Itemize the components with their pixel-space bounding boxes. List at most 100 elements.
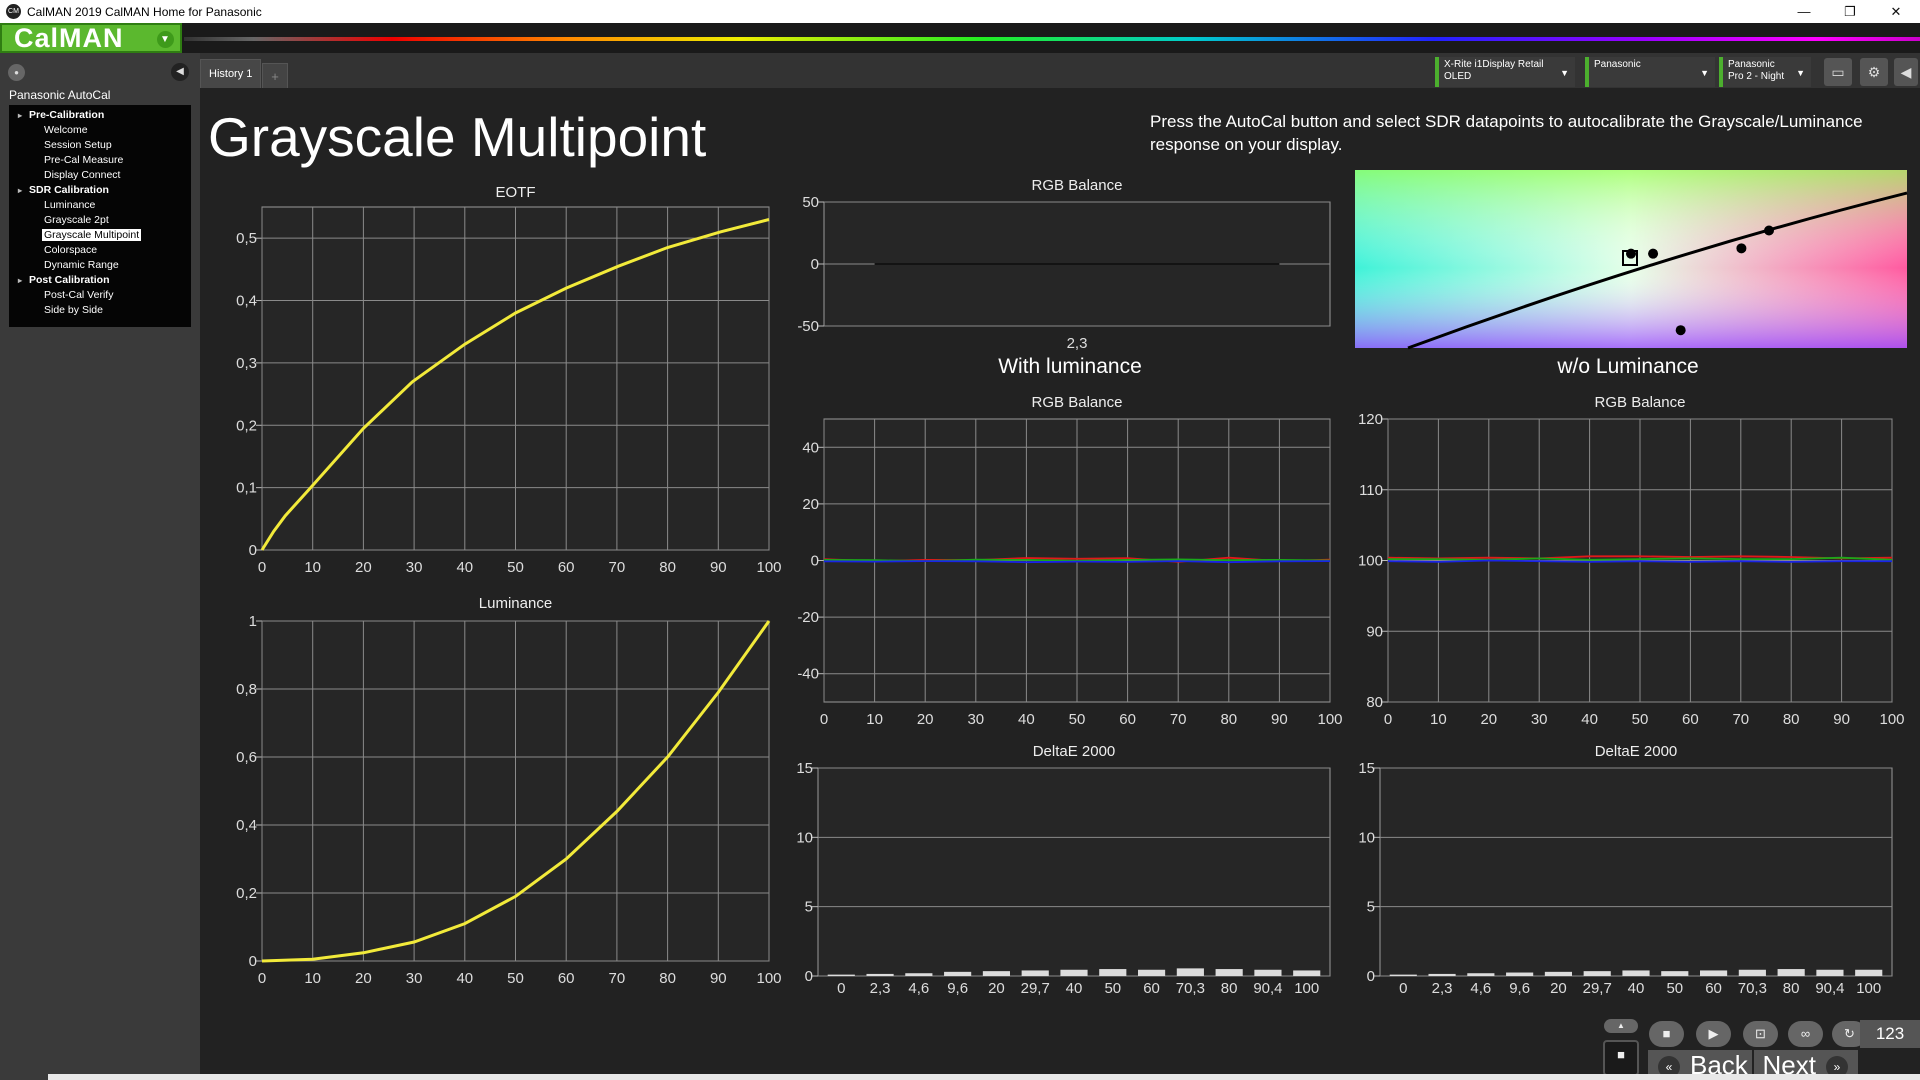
x-tick-label: 0 [820, 711, 828, 728]
deltae-bar [982, 971, 1010, 976]
x-tick-label: 0 [1399, 980, 1407, 997]
de-without-chart: DeltaE 2000 0 5 10 15 0 2,3 4,6 9,6 20 29,7 40 50 60 7… [1358, 743, 1893, 997]
horizontal-scrollbar[interactable] [48, 1074, 1920, 1080]
x-tick-label: 20 [1480, 711, 1497, 728]
deltae-bar [1138, 969, 1166, 976]
x-tick-label: 70 [1732, 711, 1749, 728]
stop-icon[interactable]: ■ [1649, 1021, 1684, 1047]
x-tick-label: 2,3 [870, 980, 891, 997]
x-tick-label: 60 [558, 970, 575, 987]
step-counter: 123 [1860, 1020, 1920, 1048]
x-tick-label: 0 [258, 970, 266, 987]
x-tick-label: 40 [1628, 980, 1645, 997]
chart-title: RGB Balance [1032, 177, 1123, 194]
chart-title: DeltaE 2000 [1033, 743, 1116, 760]
x-tick-label: 29,7 [1021, 980, 1050, 997]
x-tick-label: 40 [1066, 980, 1083, 997]
y-tick-label: 0 [249, 953, 257, 970]
deltae-bar [1777, 969, 1805, 976]
x-tick-label: 40 [456, 970, 473, 987]
x-tick-label: 10 [866, 711, 883, 728]
y-tick-label: 10 [1358, 829, 1375, 846]
y-tick-label: 5 [1367, 899, 1375, 916]
x-tick-label: 60 [1119, 711, 1136, 728]
deltae-bar [1254, 969, 1282, 976]
x-tick-label: 50 [507, 970, 524, 987]
deltae-bar [1816, 969, 1844, 976]
deltae-bar [1060, 969, 1088, 976]
deltae-bar [1099, 969, 1127, 976]
x-tick-label: 4,6 [908, 980, 929, 997]
rgb-top-chart: RGB Balance -50 0 50 2,3 [797, 177, 1331, 352]
x-tick-label: 80 [659, 559, 676, 576]
x-tick-label: 40 [1018, 711, 1035, 728]
y-tick-label: 120 [1358, 411, 1383, 428]
x-tick-label: 10 [304, 970, 321, 987]
x-tick-label: 80 [1220, 711, 1237, 728]
eject-icon[interactable]: ▲ [1604, 1019, 1638, 1033]
x-tick-label: 100 [756, 970, 781, 987]
rgb-without-chart: RGB Balance 80 90 100 110 120 0 10 20 30 40 50 60 70 8… [1358, 394, 1905, 728]
x-tick-label: 9,6 [1509, 980, 1530, 997]
deltae-bar [1544, 971, 1572, 976]
x-tick-label: 100 [1856, 980, 1881, 997]
deltae-bar [1176, 968, 1204, 976]
deltae-bar [1661, 971, 1689, 976]
loop-icon[interactable]: ∞ [1788, 1021, 1823, 1047]
deltae-bar [1021, 970, 1049, 976]
y-tick-label: 110 [1359, 482, 1383, 499]
x-tick-label: 4,6 [1470, 980, 1491, 997]
y-tick-label: 15 [1358, 760, 1375, 777]
plot-area [817, 767, 1331, 977]
x-tick-label: 90 [710, 559, 727, 576]
luminance-chart: Luminance00,20,40,60,810 10 20 30 40 50 60 70 80… [236, 595, 781, 987]
x-tick-label: 70 [609, 559, 626, 576]
y-tick-label: -40 [797, 666, 819, 683]
eotf-chart: EOTF 0 0,1 0,2 0,3 0,4 0,5 0 10 20 30 40 50 60 70 80 90 1… [236, 184, 781, 576]
y-tick-label: 40 [802, 439, 819, 456]
deltae-bar [1467, 973, 1495, 976]
x-tick-label: 50 [1632, 711, 1649, 728]
x-tick-label: 100 [1294, 980, 1319, 997]
y-tick-label: 0,4 [236, 293, 257, 310]
deltae-bar [1293, 970, 1321, 976]
y-tick-label: 20 [802, 496, 819, 513]
deltae-bar [1855, 969, 1883, 976]
deltae-bar [1700, 970, 1728, 976]
de-with-chart: DeltaE 2000 0 5 10 15 0 2,3 4,6 9,6 20 29,7 40 50 60 7… [796, 743, 1331, 997]
y-tick-label: 0,2 [236, 417, 257, 434]
y-tick-label: 0 [1367, 968, 1375, 985]
y-tick-label: 0,1 [236, 480, 257, 497]
stop-pattern-icon[interactable]: ■ [1603, 1040, 1639, 1076]
deltae-bar [1389, 974, 1417, 976]
y-tick-label: 0,2 [236, 885, 257, 902]
save-icon[interactable]: ⊡ [1743, 1021, 1778, 1047]
x-tick-label: 90 [1271, 711, 1288, 728]
x-tick-label: 10 [304, 559, 321, 576]
x-tick-label: 29,7 [1583, 980, 1612, 997]
x-tick-label: 50 [1069, 711, 1086, 728]
x-tick-label: 50 [1104, 980, 1121, 997]
x-tick-label: 80 [1783, 711, 1800, 728]
play-icon[interactable]: ▶ [1696, 1021, 1731, 1047]
y-tick-label: 0 [811, 553, 819, 570]
deltae-bar [1215, 969, 1243, 976]
deltae-bar [1583, 971, 1611, 976]
y-tick-label: 80 [1366, 694, 1383, 711]
y-tick-label: 5 [805, 899, 813, 916]
x-tick-label: 50 [1666, 980, 1683, 997]
cie-measurement-point [1764, 225, 1774, 236]
y-tick-label: 0 [811, 256, 819, 273]
x-tick-label: 90 [1833, 711, 1850, 728]
y-tick-label: 0,5 [236, 230, 257, 247]
y-tick-label: 0 [249, 542, 257, 559]
x-tick-label: 60 [1705, 980, 1722, 997]
y-tick-label: 0,8 [236, 681, 257, 698]
y-tick-label: -50 [797, 318, 819, 335]
x-tick-label: 0 [1384, 711, 1392, 728]
y-tick-label: 15 [796, 760, 813, 777]
x-tick-label: 60 [558, 559, 575, 576]
charts-layer: EOTF00,10,20,30,40,50 10 20 30 40 50 60 70 80 90 1… [236, 170, 1908, 997]
deltae-bar [866, 973, 894, 976]
x-tick-label: 0 [258, 559, 266, 576]
